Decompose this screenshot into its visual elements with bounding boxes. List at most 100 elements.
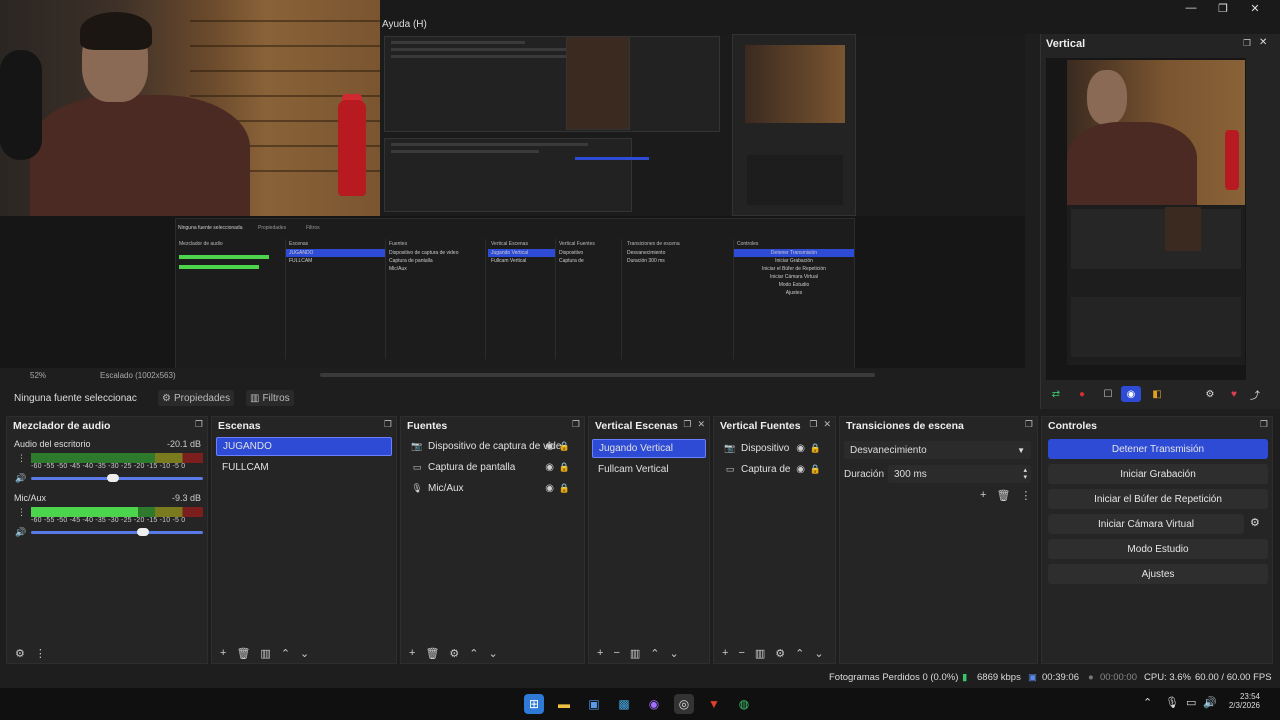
- close-button[interactable]: ✕: [1240, 0, 1270, 16]
- add-icon[interactable]: +: [722, 647, 728, 659]
- settings-icon[interactable]: ⚙: [15, 647, 25, 660]
- vertical-settings-icon[interactable]: ⚙: [1200, 386, 1220, 402]
- eye-icon[interactable]: ◉: [545, 483, 554, 494]
- properties-button[interactable]: ⚙ Propiedades: [158, 390, 235, 406]
- file-explorer-icon[interactable]: ▬: [554, 694, 574, 714]
- lock-icon[interactable]: 🔒: [559, 462, 570, 473]
- zoom-level[interactable]: 52%: [30, 371, 46, 380]
- network-icon[interactable]: ▭: [1186, 696, 1196, 709]
- obs-icon[interactable]: ◉: [644, 694, 664, 714]
- arrow-down-icon[interactable]: ⌄: [489, 647, 498, 660]
- source-item[interactable]: ▭ Captura de pantalla ◉ 🔒: [405, 458, 580, 477]
- transition-select[interactable]: Desvanecimiento ▼: [844, 441, 1031, 459]
- dock-float-icon[interactable]: ❐: [195, 419, 203, 430]
- settings-icon[interactable]: ⚙: [449, 647, 459, 660]
- stop-streaming-button[interactable]: Detener Transmisión: [1048, 439, 1268, 459]
- settings-icon[interactable]: ⚙: [775, 647, 785, 660]
- source-item[interactable]: 📷 Dispositivo de captura de vide ◉ 🔒: [405, 437, 580, 456]
- dock-float-icon[interactable]: ❐: [572, 419, 580, 430]
- vertical-backtrack-icon[interactable]: ☐: [1098, 386, 1118, 402]
- vertical-stream-icon[interactable]: ⇄: [1046, 386, 1066, 402]
- chevron-up-icon[interactable]: ⌃: [1143, 696, 1152, 709]
- arrow-up-icon[interactable]: ⌃: [469, 647, 478, 660]
- filter-icon[interactable]: ▥: [755, 647, 765, 660]
- eye-icon[interactable]: ◉: [545, 441, 554, 452]
- filter-icon[interactable]: ▥: [260, 647, 270, 660]
- minus-icon[interactable]: −: [738, 647, 744, 659]
- studio-mode-button[interactable]: Modo Estudio: [1048, 539, 1268, 559]
- scale-label[interactable]: Escalado (1002x563): [100, 371, 176, 380]
- trash-icon[interactable]: 🗑: [425, 647, 439, 660]
- scene-item[interactable]: FULLCAM: [216, 458, 392, 477]
- trash-icon[interactable]: 🗑: [236, 647, 250, 660]
- clock[interactable]: 23:54 2/3/2026: [1226, 692, 1260, 710]
- filter-icon[interactable]: ▥: [630, 647, 640, 660]
- volume-fader[interactable]: [31, 531, 203, 534]
- arrow-down-icon[interactable]: ⌄: [300, 647, 309, 660]
- app-icon[interactable]: ▣: [584, 694, 604, 714]
- eye-icon[interactable]: ◉: [545, 462, 554, 473]
- arrow-up-icon[interactable]: ⌃: [650, 647, 659, 660]
- eye-icon[interactable]: ◉: [796, 443, 805, 454]
- chrome-icon[interactable]: ◍: [734, 694, 754, 714]
- eye-icon[interactable]: ◉: [796, 464, 805, 475]
- lock-icon[interactable]: 🔒: [559, 483, 570, 494]
- arrow-up-icon[interactable]: ⌃: [281, 647, 290, 660]
- lock-icon[interactable]: 🔒: [559, 441, 570, 452]
- vertical-share-icon[interactable]: ⤴: [1245, 386, 1265, 402]
- dock-float-icon[interactable]: ❐: [809, 419, 817, 430]
- dock-close-icon[interactable]: ✕: [823, 419, 831, 430]
- vertical-record-icon[interactable]: ●: [1072, 386, 1092, 402]
- filters-button[interactable]: ▥ Filtros: [246, 390, 294, 406]
- start-replay-buffer-button[interactable]: Iniciar el Búfer de Repetición: [1048, 489, 1268, 509]
- start-virtual-camera-button[interactable]: Iniciar Cámara Virtual: [1048, 514, 1244, 534]
- stepper-icon[interactable]: ▴ ▾: [1023, 467, 1027, 481]
- duration-input[interactable]: 300 ms ▴ ▾: [888, 465, 1031, 483]
- vertical-heart-icon[interactable]: ♥: [1224, 386, 1244, 402]
- vertical-scene-item[interactable]: Jugando Vertical: [592, 439, 706, 458]
- dock-float-icon[interactable]: ❐: [1260, 419, 1268, 430]
- more-vertical-icon[interactable]: ⋮: [17, 453, 26, 464]
- lock-icon[interactable]: 🔒: [810, 464, 821, 475]
- more-vertical-icon[interactable]: ⋮: [17, 507, 26, 518]
- scene-item[interactable]: JUGANDO: [216, 437, 392, 456]
- preview-canvas[interactable]: [380, 34, 1025, 216]
- volume-fader-knob[interactable]: [107, 474, 119, 482]
- vertical-split-icon[interactable]: ◧: [1147, 386, 1167, 402]
- windows-start-icon[interactable]: ⊞: [524, 694, 544, 714]
- source-item[interactable]: 🎙 Mic/Aux ◉ 🔒: [405, 479, 580, 498]
- speaker-icon[interactable]: 🔊: [15, 527, 26, 538]
- dock-close-icon[interactable]: ✕: [697, 419, 705, 430]
- add-icon[interactable]: +: [980, 489, 986, 502]
- menu-help[interactable]: Ayuda (H): [382, 19, 427, 30]
- speaker-icon[interactable]: 🔊: [15, 473, 26, 484]
- dock-float-icon[interactable]: ❐: [683, 419, 691, 430]
- minimize-button[interactable]: —: [1176, 0, 1206, 16]
- microphone-tray-icon[interactable]: 🎙: [1165, 696, 1179, 709]
- volume-icon[interactable]: 🔊: [1203, 696, 1217, 709]
- brave-icon[interactable]: ▼: [704, 694, 724, 714]
- lock-icon[interactable]: 🔒: [810, 443, 821, 454]
- obs-active-icon[interactable]: ◎: [674, 694, 694, 714]
- volume-fader-knob[interactable]: [137, 528, 149, 536]
- vertical-source-item[interactable]: ▭ Captura de ◉ 🔒: [718, 460, 831, 479]
- arrow-up-icon[interactable]: ⌃: [795, 647, 804, 660]
- vertical-virtualcam-icon[interactable]: ◉: [1121, 386, 1141, 402]
- settings-button[interactable]: Ajustes: [1048, 564, 1268, 584]
- add-icon[interactable]: +: [409, 647, 415, 659]
- add-icon[interactable]: +: [597, 647, 603, 659]
- dock-float-icon[interactable]: ❐: [1025, 419, 1033, 430]
- arrow-down-icon[interactable]: ⌄: [670, 647, 679, 660]
- vertical-scene-item[interactable]: Fullcam Vertical: [592, 460, 706, 479]
- dock-float-icon[interactable]: ❐: [1243, 38, 1251, 49]
- trash-icon[interactable]: 🗑: [996, 489, 1010, 502]
- arrow-down-icon[interactable]: ⌄: [814, 647, 823, 660]
- more-vertical-icon[interactable]: ⋮: [1020, 489, 1031, 502]
- more-vertical-icon[interactable]: ⋮: [35, 647, 46, 660]
- minus-icon[interactable]: −: [613, 647, 619, 659]
- photos-icon[interactable]: ▩: [614, 694, 634, 714]
- add-icon[interactable]: +: [220, 647, 226, 659]
- vertical-source-item[interactable]: 📷 Dispositivo ◉ 🔒: [718, 439, 831, 458]
- virtual-camera-settings-icon[interactable]: ⚙: [1250, 516, 1260, 529]
- maximize-button[interactable]: ❐: [1208, 0, 1238, 16]
